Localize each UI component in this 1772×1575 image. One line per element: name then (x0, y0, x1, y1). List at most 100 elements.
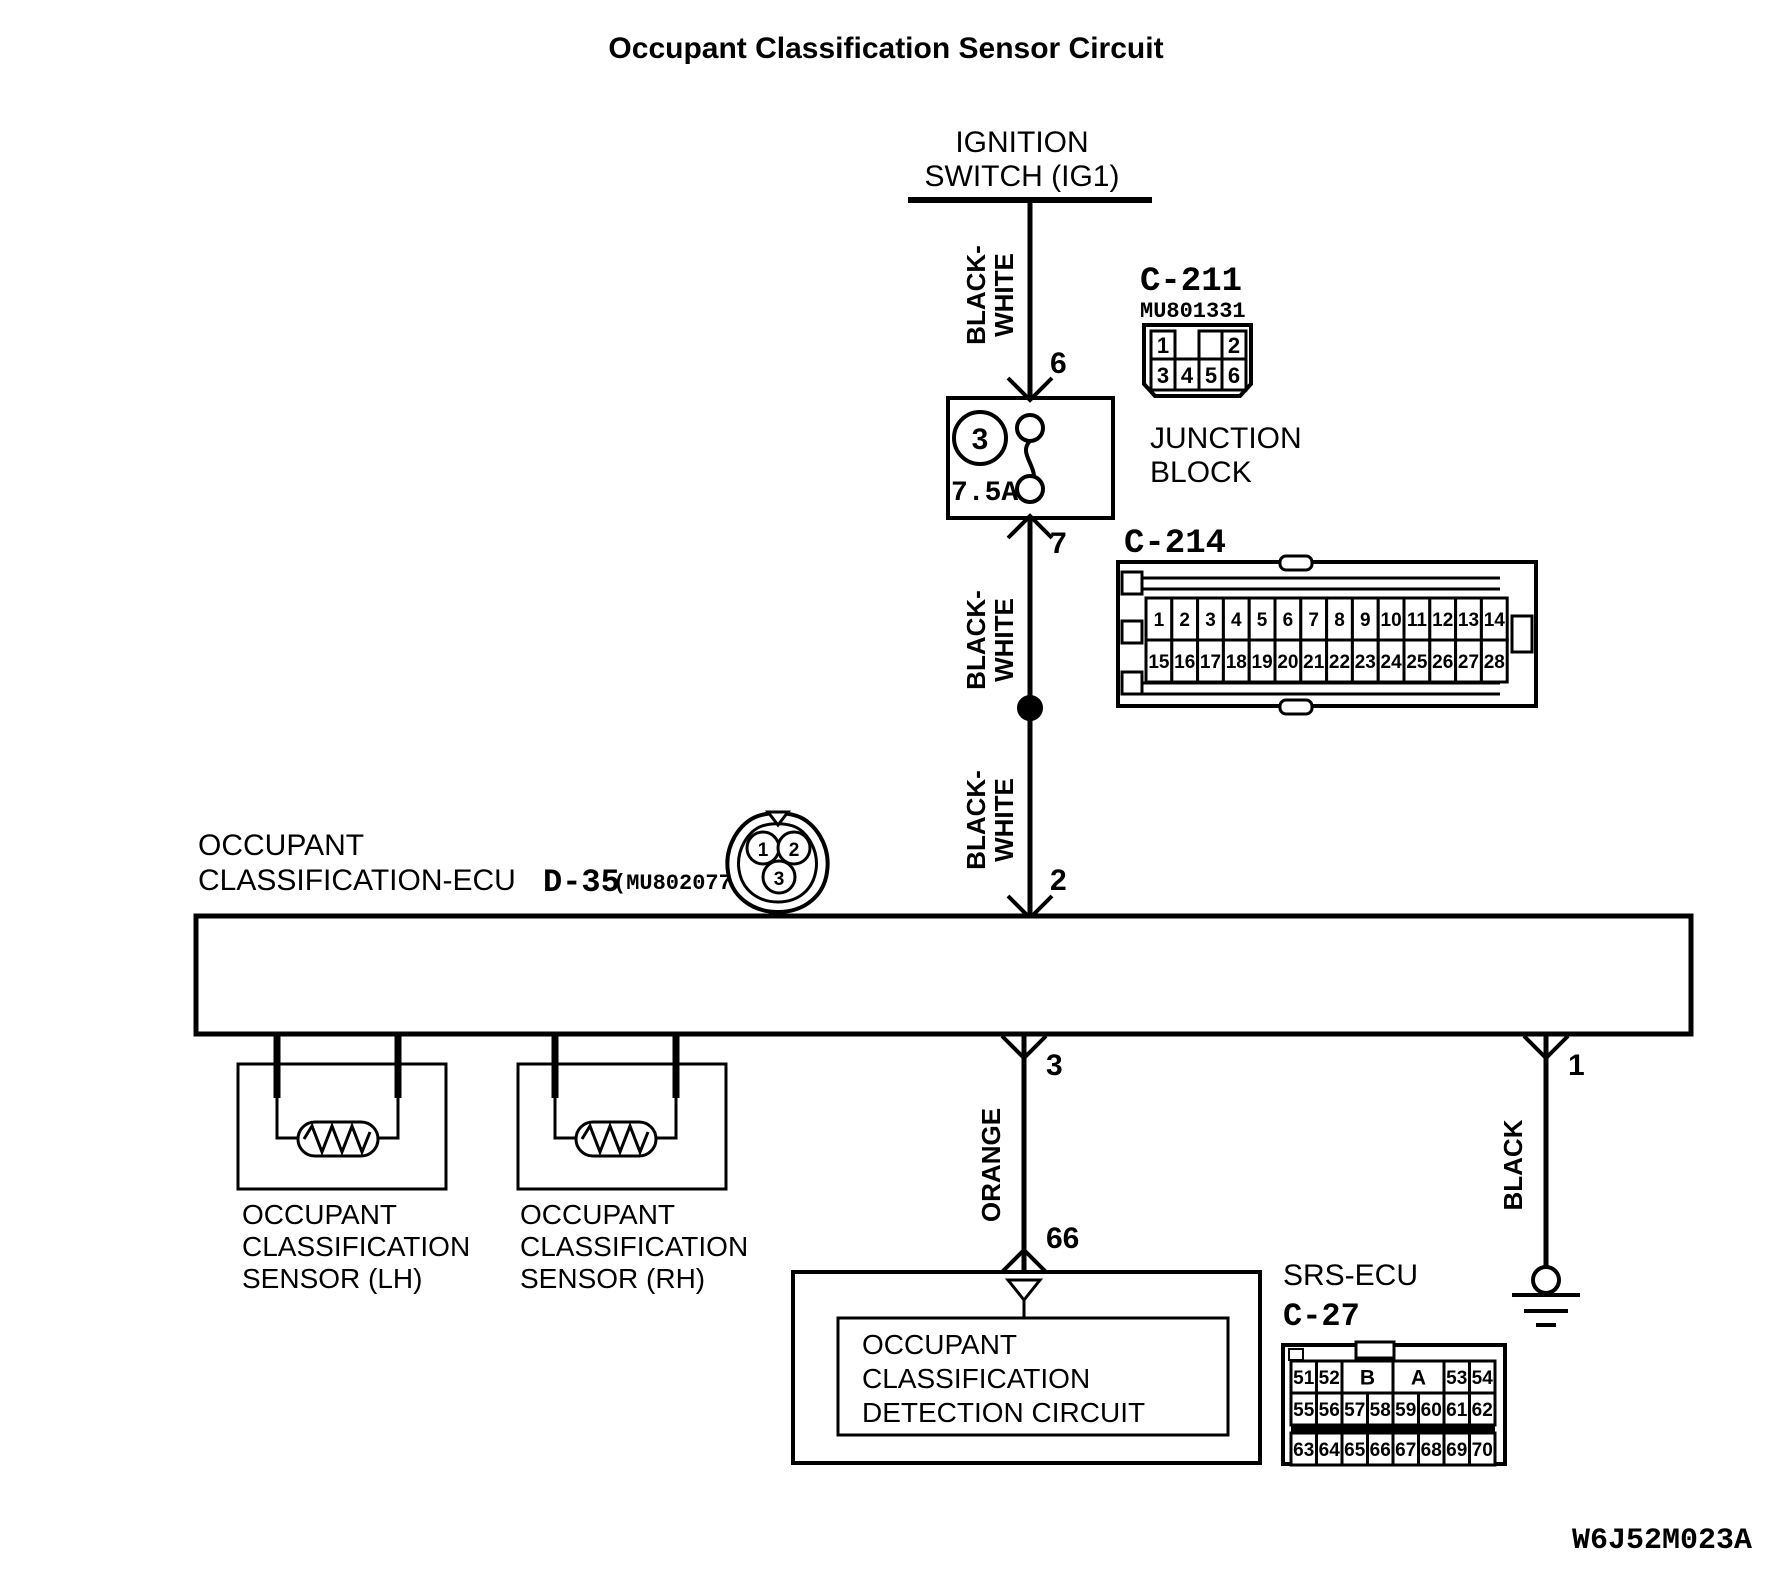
connector-d35-pin: 1 (758, 840, 769, 861)
connector-c211-pin: 2 (1228, 333, 1240, 358)
wire-label-black-white-2: BLACK- WHITE (961, 590, 1019, 690)
connector-c214-pin: 4 (1231, 610, 1242, 631)
wire-label-orange: ORANGE (976, 1108, 1006, 1222)
connector-c214-pin: 27 (1458, 652, 1479, 673)
ecu-connector-part-number: (MU802077) (613, 871, 745, 896)
connector-c27-pin: 58 (1370, 1400, 1391, 1421)
connector-c27-pin: 57 (1344, 1400, 1365, 1421)
connector-c214-pin: 19 (1252, 652, 1273, 673)
connector-c27-pin: 67 (1395, 1440, 1416, 1461)
connector-d35-pin: 2 (789, 840, 800, 861)
connector-c211-name: C-211 (1140, 263, 1242, 301)
sensor-rh-label-line1: OCCUPANT (520, 1199, 675, 1230)
connector-c214-pin: 11 (1407, 610, 1428, 631)
connector-c214-pin: 8 (1334, 610, 1345, 631)
wire-label-black-white-1: BLACK- WHITE (961, 245, 1019, 345)
detection-circuit-line2: CLASSIFICATION (862, 1363, 1090, 1394)
wiring-diagram-page: Occupant Classification Sensor Circuit I… (0, 0, 1772, 1575)
svg-text:BLACK-: BLACK- (961, 245, 991, 345)
connector-c27-pin: 64 (1319, 1440, 1341, 1461)
connector-c27-notch-icon (1288, 1348, 1304, 1361)
sensor-lh-label-line2: CLASSIFICATION (242, 1231, 470, 1262)
detection-circuit-line1: OCCUPANT (862, 1329, 1017, 1360)
connector-c214-pin: 12 (1432, 610, 1453, 631)
ground-symbol-icon (1512, 1265, 1580, 1327)
connector-c27-pin: 54 (1472, 1368, 1494, 1389)
connector-c214-pin: 5 (1257, 610, 1268, 631)
connector-d35-pin: 3 (774, 869, 785, 890)
pin-number-srs-signal: 66 (1046, 1222, 1079, 1255)
sensor-rh-label-line2: CLASSIFICATION (520, 1231, 748, 1262)
connector-c214-tab-icon (1120, 619, 1144, 645)
svg-text:WHITE: WHITE (989, 253, 1019, 337)
connector-c27-pin: 53 (1446, 1368, 1467, 1389)
connector-c27-pin: 70 (1472, 1440, 1493, 1461)
connector-c27-latch-icon (1354, 1340, 1396, 1360)
page-title: Occupant Classification Sensor Circuit (608, 32, 1163, 65)
connector-c214-tab-icon (1510, 614, 1534, 654)
ecu-body-box (193, 913, 1694, 1037)
connector-c211-pin: 6 (1228, 363, 1240, 388)
ecu-label-line1: OCCUPANT (198, 829, 364, 862)
connector-c27-pin: 69 (1446, 1440, 1467, 1461)
connector-c27-pin: 63 (1293, 1440, 1314, 1461)
wire-label-black-white-3: BLACK- WHITE (961, 770, 1019, 870)
ecu-label-line2: CLASSIFICATION-ECU (198, 864, 516, 897)
svg-text:BLACK-: BLACK- (961, 770, 991, 870)
sensor-lh: OCCUPANT CLASSIFICATION SENSOR (LH) (236, 1034, 470, 1294)
connector-c214-pin: 14 (1484, 610, 1506, 631)
wire-label-black: BLACK (1498, 1119, 1528, 1210)
connector-c214-pin: 7 (1308, 610, 1319, 631)
connector-c27-pin: 51 (1293, 1368, 1315, 1389)
connector-c211-pin: 5 (1205, 363, 1217, 388)
connector-c211: C-211 MU801331 1 2 3 4 5 6 (1140, 263, 1253, 398)
sensor-rh-label-line3: SENSOR (RH) (520, 1263, 705, 1294)
connector-c214-pin: 13 (1458, 610, 1479, 631)
sensor-lh-label-line1: OCCUPANT (242, 1199, 397, 1230)
svg-text:WHITE: WHITE (989, 778, 1019, 862)
connector-c214-pin: 24 (1381, 652, 1403, 673)
svg-text:BLACK-: BLACK- (961, 590, 991, 690)
connector-d35-icon: 1 2 3 (725, 810, 830, 915)
junction-block-label-line1: JUNCTION (1150, 422, 1302, 455)
connector-c214-name: C-214 (1124, 525, 1226, 563)
connector-c214-pin: 20 (1277, 652, 1298, 673)
connector-c214-pin: 6 (1283, 610, 1294, 631)
connector-c214-tab-icon (1120, 670, 1144, 696)
connector-c27-pin: 55 (1293, 1400, 1315, 1421)
sensor-rh: OCCUPANT CLASSIFICATION SENSOR (RH) (516, 1034, 748, 1294)
pin-number-ecu-signal: 3 (1046, 1049, 1063, 1082)
connector-c214-pin: 28 (1484, 652, 1505, 673)
pin-number-ecu-ground: 1 (1568, 1049, 1585, 1082)
connector-c211-pin: 1 (1157, 333, 1169, 358)
connector-c214-pin: 17 (1200, 652, 1221, 673)
connector-c214: C-214 1 2 3 4 5 6 7 8 9 10 11 12 13 1415 16 17 18 19 20 21 2… (1116, 525, 1538, 716)
connector-c211-part-number: MU801331 (1140, 299, 1246, 324)
pin-number-ecu-power: 2 (1050, 864, 1067, 897)
connector-c27-pin: 68 (1421, 1440, 1442, 1461)
connector-c27-pin: A (1411, 1367, 1426, 1390)
connector-c27-pin: 59 (1395, 1400, 1416, 1421)
connector-c27-pin: 62 (1472, 1400, 1493, 1421)
connector-c214-pin: 1 (1154, 610, 1165, 631)
connector-c27-pin: 65 (1344, 1440, 1366, 1461)
fuse-rating: 7.5A (951, 478, 1018, 509)
circuit-diagram: Occupant Classification Sensor Circuit I… (193, 32, 1752, 1558)
connector-c214-pin: 3 (1205, 610, 1216, 631)
junction-block-label-line2: BLOCK (1150, 456, 1252, 489)
connector-c214-pin: 10 (1381, 610, 1402, 631)
connector-c214-pin: 25 (1406, 652, 1428, 673)
connector-c27-pin: 60 (1421, 1400, 1442, 1421)
fuse-terminal-bottom-icon (1015, 474, 1045, 504)
svg-text:WHITE: WHITE (989, 598, 1019, 682)
connector-c214-pin: 21 (1303, 652, 1325, 673)
detection-circuit-line3: DETECTION CIRCUIT (862, 1397, 1145, 1428)
connector-c211-pin: 4 (1181, 363, 1194, 388)
ignition-switch-label-line1: IGNITION (955, 126, 1088, 159)
connector-c27-pin: 56 (1319, 1400, 1340, 1421)
connector-c214-pin: 22 (1329, 652, 1350, 673)
connector-c211-cell (1197, 329, 1225, 361)
connector-c214-pin: 26 (1432, 652, 1453, 673)
srs-ecu-label: SRS-ECU (1283, 1259, 1418, 1292)
connector-c211-pin: 3 (1157, 363, 1169, 388)
